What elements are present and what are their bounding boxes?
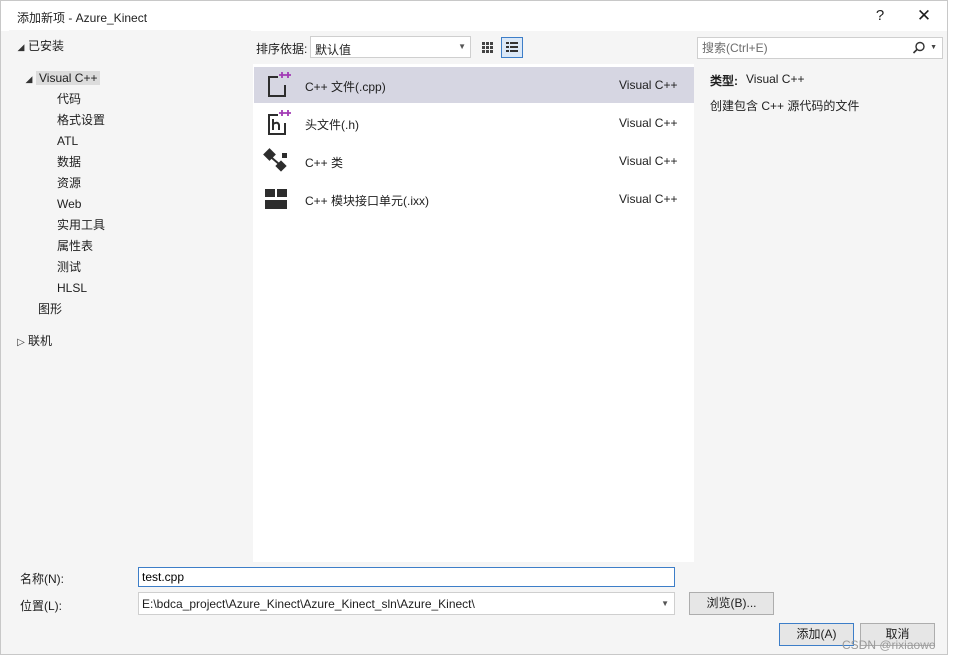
- window-title: 添加新项 - Azure_Kinect: [17, 11, 148, 25]
- cpp-file-icon: [268, 72, 291, 97]
- item-name: 头文件(.h): [305, 118, 360, 132]
- search-box[interactable]: ▼: [697, 37, 943, 59]
- list-item-class[interactable]: C++ 类 Visual C++: [254, 143, 694, 179]
- help-button[interactable]: ?: [865, 5, 895, 27]
- info-type-value: Visual C++: [746, 72, 805, 86]
- tree-item-code[interactable]: 代码: [57, 89, 81, 109]
- collapse-arrow-icon[interactable]: ◢: [22, 69, 36, 89]
- tree-item-label: Visual C++: [36, 71, 101, 85]
- search-input[interactable]: [702, 41, 902, 55]
- sort-label: 排序依据:: [256, 42, 308, 56]
- list-view-button[interactable]: [501, 37, 523, 58]
- sort-value: 默认值: [315, 43, 352, 57]
- grid-view-icon: [482, 42, 493, 53]
- tree-item-label: 已安装: [28, 39, 65, 53]
- tree-item-web[interactable]: Web: [57, 194, 81, 214]
- name-input[interactable]: [138, 567, 675, 587]
- sort-dropdown[interactable]: 默认值 ▼: [310, 36, 471, 58]
- tree-item-visual-cpp[interactable]: ◢ Visual C++: [22, 68, 101, 89]
- tree-item-formatting[interactable]: 格式设置: [57, 110, 105, 130]
- item-name: C++ 模块接口单元(.ixx): [305, 194, 430, 208]
- item-name: C++ 类: [305, 156, 344, 170]
- search-icon[interactable]: [912, 41, 926, 55]
- chevron-down-icon[interactable]: ▼: [930, 44, 937, 51]
- grid-view-button[interactable]: [476, 37, 498, 58]
- watermark: CSDN @rixiaowo: [842, 638, 936, 652]
- info-type-label: 类型:: [710, 74, 738, 88]
- tree-item-utility[interactable]: 实用工具: [57, 215, 105, 235]
- tree-item-hlsl[interactable]: HLSL: [57, 278, 87, 298]
- tree-item-test[interactable]: 测试: [57, 257, 81, 277]
- item-language: Visual C++: [619, 154, 678, 168]
- item-language: Visual C++: [619, 78, 678, 92]
- name-label: 名称(N):: [20, 572, 64, 586]
- item-name: C++ 文件(.cpp): [305, 80, 386, 94]
- tree-item-online[interactable]: ▷ 联机: [14, 331, 52, 351]
- list-item-cpp-file[interactable]: C++ 文件(.cpp) Visual C++: [254, 67, 694, 103]
- header-file-icon: [268, 110, 291, 135]
- chevron-down-icon: ▼: [458, 42, 466, 51]
- background-right-strip: [947, 0, 955, 660]
- collapse-arrow-icon[interactable]: ◢: [14, 37, 28, 57]
- close-button[interactable]: ✕: [909, 5, 939, 27]
- tree-item-atl[interactable]: ATL: [57, 131, 78, 151]
- chevron-down-icon: ▼: [661, 599, 669, 608]
- item-language: Visual C++: [619, 116, 678, 130]
- tree-item-installed[interactable]: ◢ 已安装: [14, 36, 64, 56]
- title-bar: 添加新项 - Azure_Kinect ? ✕: [1, 1, 947, 31]
- tree-item-property-sheet[interactable]: 属性表: [57, 236, 93, 256]
- info-description: 创建包含 C++ 源代码的文件: [710, 99, 860, 113]
- browse-button[interactable]: 浏览(B)...: [689, 592, 774, 615]
- location-value: E:\bdca_project\Azure_Kinect\Azure_Kinec…: [142, 597, 475, 611]
- expand-arrow-icon[interactable]: ▷: [14, 333, 28, 353]
- item-language: Visual C++: [619, 192, 678, 206]
- location-label: 位置(L):: [20, 599, 63, 613]
- tree-item-graphics[interactable]: 图形: [38, 299, 62, 319]
- location-dropdown[interactable]: E:\bdca_project\Azure_Kinect\Azure_Kinec…: [138, 592, 675, 615]
- list-view-icon: [506, 42, 518, 52]
- module-icon: [265, 189, 287, 209]
- tree-item-data[interactable]: 数据: [57, 152, 81, 172]
- class-icon: [263, 148, 287, 172]
- tree-item-resource[interactable]: 资源: [57, 173, 81, 193]
- list-item-header-file[interactable]: 头文件(.h) Visual C++: [254, 105, 694, 141]
- tree-item-label: 联机: [28, 334, 53, 348]
- template-tree: [9, 30, 251, 562]
- list-item-module[interactable]: C++ 模块接口单元(.ixx) Visual C++: [254, 181, 694, 217]
